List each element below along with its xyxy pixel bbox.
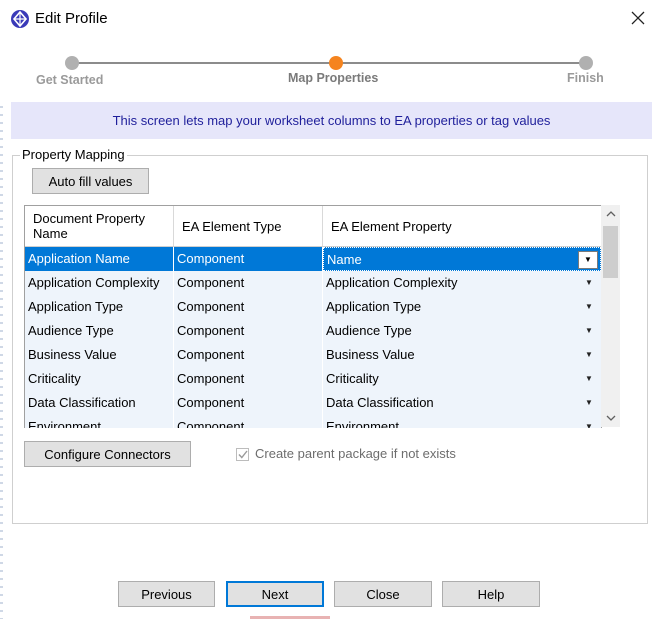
dropdown-value: Application Complexity bbox=[326, 275, 458, 290]
cell-ea-element-type: Component bbox=[174, 295, 323, 319]
chevron-down-icon[interactable]: ▼ bbox=[579, 394, 599, 412]
chevron-down-icon[interactable]: ▼ bbox=[579, 298, 599, 316]
dropdown-value: Business Value bbox=[326, 347, 415, 362]
close-window-icon[interactable] bbox=[626, 6, 650, 30]
cell-ea-element-type: Component bbox=[174, 319, 323, 343]
grid-header: Document Property Name EA Element Type E… bbox=[25, 206, 601, 247]
cell-document-property: Application Name bbox=[25, 247, 174, 271]
wizard-progress-line-left bbox=[72, 62, 336, 64]
table-row[interactable]: Application Name Component Name ▼ bbox=[25, 247, 601, 271]
create-parent-package-checkbox[interactable] bbox=[236, 448, 249, 461]
table-row[interactable]: Audience Type Component Audience Type ▼ bbox=[25, 319, 601, 343]
ea-element-property-dropdown[interactable]: Application Complexity ▼ bbox=[323, 271, 601, 295]
table-row[interactable]: Environment Component Environment ▼ bbox=[25, 415, 601, 428]
auto-fill-values-button[interactable]: Auto fill values bbox=[32, 168, 149, 194]
ea-element-property-dropdown[interactable]: Application Type ▼ bbox=[323, 295, 601, 319]
wizard-step-finish: Finish bbox=[567, 71, 604, 85]
wizard-step-dot-get-started bbox=[65, 56, 79, 70]
ea-element-property-dropdown[interactable]: Audience Type ▼ bbox=[323, 319, 601, 343]
info-banner-text: This screen lets map your worksheet colu… bbox=[112, 113, 551, 128]
cell-document-property: Application Type bbox=[25, 295, 174, 319]
cell-ea-element-type: Component bbox=[174, 343, 323, 367]
window-title: Edit Profile bbox=[35, 10, 108, 27]
checkmark-icon bbox=[237, 450, 248, 459]
dropdown-value: Audience Type bbox=[326, 323, 412, 338]
window-edge bbox=[0, 100, 3, 619]
dropdown-value: Application Type bbox=[326, 299, 422, 314]
ea-element-property-dropdown[interactable]: Criticality ▼ bbox=[323, 367, 601, 391]
configure-connectors-button[interactable]: Configure Connectors bbox=[24, 441, 191, 467]
property-mapping-title: Property Mapping bbox=[20, 147, 127, 162]
info-banner: This screen lets map your worksheet colu… bbox=[11, 102, 652, 139]
wizard-progress-line-right bbox=[336, 62, 586, 64]
dropdown-value: Environment bbox=[326, 419, 399, 428]
cell-ea-element-type: Component bbox=[174, 367, 323, 391]
wizard-step-dot-finish bbox=[579, 56, 593, 70]
table-row[interactable]: Criticality Component Criticality ▼ bbox=[25, 367, 601, 391]
cell-document-property: Business Value bbox=[25, 343, 174, 367]
grid-vertical-scrollbar[interactable] bbox=[601, 205, 620, 427]
cell-ea-element-type: Component bbox=[174, 247, 323, 271]
wizard-step-map-properties: Map Properties bbox=[288, 71, 379, 85]
ea-element-property-dropdown[interactable]: Data Classification ▼ bbox=[323, 391, 601, 415]
cell-document-property: Audience Type bbox=[25, 319, 174, 343]
cell-ea-element-type: Component bbox=[174, 391, 323, 415]
previous-button[interactable]: Previous bbox=[118, 581, 215, 607]
cell-document-property: Application Complexity bbox=[25, 271, 174, 295]
ea-element-property-dropdown[interactable]: Environment ▼ bbox=[323, 415, 601, 428]
chevron-down-icon[interactable]: ▼ bbox=[578, 251, 598, 269]
cell-ea-element-type: Component bbox=[174, 415, 323, 428]
table-row[interactable]: Business Value Component Business Value ▼ bbox=[25, 343, 601, 367]
ea-element-property-dropdown[interactable]: Business Value ▼ bbox=[323, 343, 601, 367]
ea-element-property-dropdown[interactable]: Name ▼ bbox=[323, 247, 601, 271]
app-logo-icon bbox=[10, 9, 30, 29]
table-row[interactable]: Data Classification Component Data Class… bbox=[25, 391, 601, 415]
next-button[interactable]: Next bbox=[226, 581, 324, 607]
column-header-document-property-name[interactable]: Document Property Name bbox=[25, 206, 174, 246]
cell-document-property: Data Classification bbox=[25, 391, 174, 415]
chevron-down-icon[interactable]: ▼ bbox=[579, 322, 599, 340]
cell-ea-element-type: Component bbox=[174, 271, 323, 295]
help-button[interactable]: Help bbox=[442, 581, 540, 607]
dropdown-value: Data Classification bbox=[326, 395, 434, 410]
cell-document-property: Environment bbox=[25, 415, 174, 428]
column-header-ea-element-type[interactable]: EA Element Type bbox=[174, 206, 323, 246]
chevron-down-icon[interactable]: ▼ bbox=[579, 418, 599, 428]
wizard-step-dot-map-properties bbox=[329, 56, 343, 70]
property-mapping-grid: Document Property Name EA Element Type E… bbox=[24, 205, 602, 428]
table-row[interactable]: Application Type Component Application T… bbox=[25, 295, 601, 319]
scroll-thumb[interactable] bbox=[603, 226, 618, 278]
column-header-ea-element-property[interactable]: EA Element Property bbox=[323, 206, 601, 246]
table-row[interactable]: Application Complexity Component Applica… bbox=[25, 271, 601, 295]
create-parent-package-label: Create parent package if not exists bbox=[255, 446, 456, 461]
close-button[interactable]: Close bbox=[334, 581, 432, 607]
dropdown-value: Criticality bbox=[326, 371, 379, 386]
dropdown-value: Name bbox=[327, 252, 362, 267]
chevron-down-icon[interactable]: ▼ bbox=[579, 274, 599, 292]
scroll-up-icon[interactable] bbox=[601, 205, 620, 222]
scroll-down-icon[interactable] bbox=[601, 409, 620, 426]
wizard-step-get-started: Get Started bbox=[36, 73, 104, 87]
cell-document-property: Criticality bbox=[25, 367, 174, 391]
chevron-down-icon[interactable]: ▼ bbox=[579, 346, 599, 364]
chevron-down-icon[interactable]: ▼ bbox=[579, 370, 599, 388]
